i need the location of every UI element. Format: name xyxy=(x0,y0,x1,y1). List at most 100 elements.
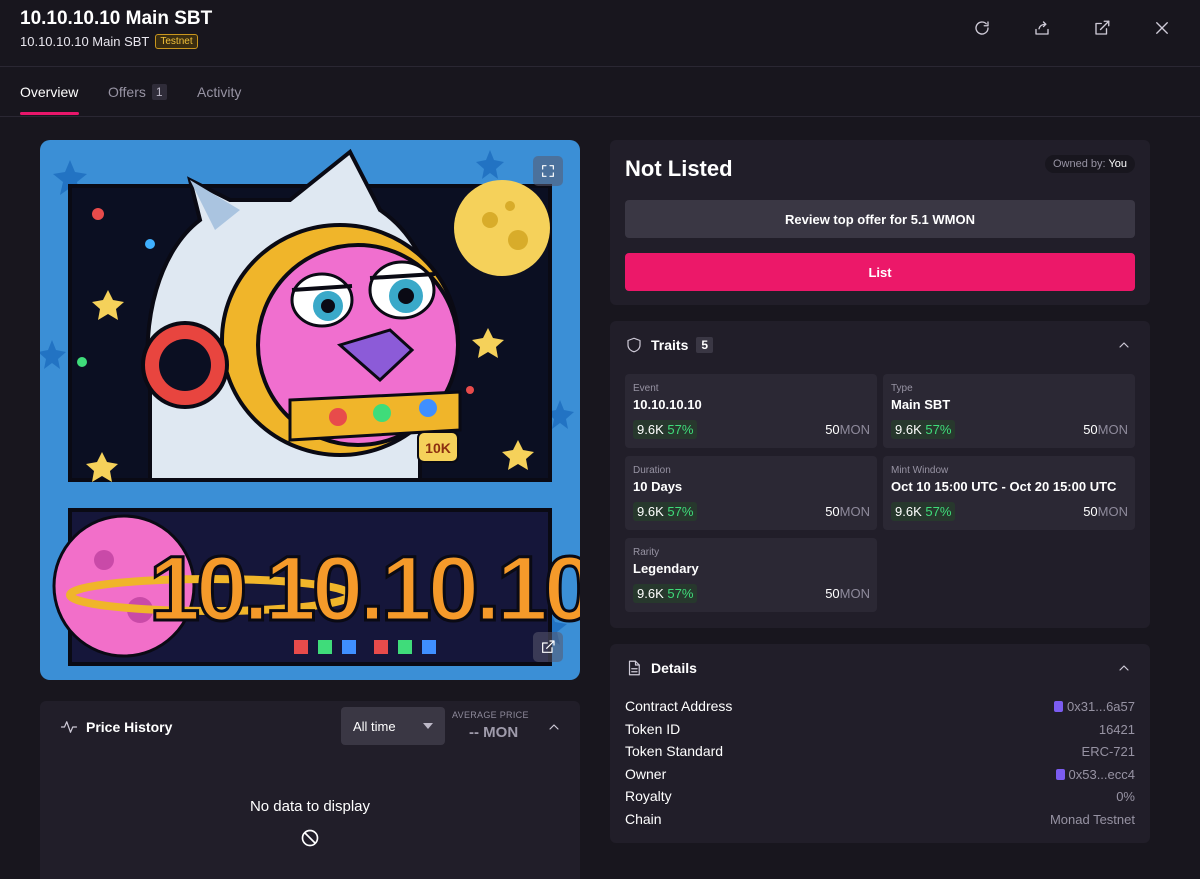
detail-row-token-id: Token ID 16421 xyxy=(625,718,1135,740)
detail-row-royalty: Royalty 0% xyxy=(625,785,1135,807)
trait-count: 9.6K xyxy=(637,504,664,519)
detail-value: 0x31...6a57 xyxy=(1067,698,1135,714)
shield-icon xyxy=(627,337,641,353)
artwork-digits-text: 10.10.10.10 xyxy=(149,538,580,640)
review-offer-button[interactable]: Review top offer for 5.1 WMON xyxy=(625,200,1135,238)
trait-name: Rarity xyxy=(633,547,660,558)
trait-name: Mint Window xyxy=(891,465,949,476)
trait-card-rarity[interactable]: Rarity Legendary 9.6K 57% 50MON xyxy=(625,538,877,612)
detail-value: Monad Testnet xyxy=(1049,811,1135,827)
artwork-10k-text: 10K xyxy=(425,440,451,456)
document-icon xyxy=(628,660,640,676)
time-range-value: All time xyxy=(353,718,396,734)
trait-price-unit: MON xyxy=(839,422,870,437)
tab-overview-label: Overview xyxy=(20,84,79,100)
detail-value: 16421 xyxy=(1098,721,1135,737)
share-icon[interactable] xyxy=(1022,14,1062,42)
average-price-value: -- MON xyxy=(469,724,519,741)
tab-activity[interactable]: Activity xyxy=(197,84,241,100)
price-history-title: Price History xyxy=(86,719,173,735)
tab-activity-label: Activity xyxy=(197,84,242,100)
details-title: Details xyxy=(651,660,697,676)
trait-card-duration[interactable]: Duration 10 Days 9.6K 57% 50MON xyxy=(625,456,877,530)
trait-price-value: 50 xyxy=(1083,504,1098,519)
listing-panel: Not Listed Owned by: You Review top offe… xyxy=(610,140,1150,305)
detail-key: Token Standard xyxy=(625,743,724,759)
artwork-illustration: 10K 10.10.10.10 xyxy=(40,148,580,666)
list-button[interactable]: List xyxy=(625,253,1135,291)
detail-row-chain: Chain Monad Testnet xyxy=(625,808,1135,830)
trait-stat: 9.6K 57% xyxy=(633,420,698,439)
tab-overview[interactable]: Overview xyxy=(20,84,78,100)
trait-card-type[interactable]: Type Main SBT 9.6K 57% 50MON xyxy=(883,374,1135,448)
time-range-select[interactable]: All time xyxy=(341,707,445,745)
trait-floor-price: 50MON xyxy=(825,586,870,601)
chevron-up-icon[interactable] xyxy=(1116,337,1132,353)
trait-value: Main SBT xyxy=(891,397,951,412)
detail-value-link[interactable]: 0x31...6a57 xyxy=(1054,699,1135,714)
trait-name: Duration xyxy=(633,465,671,476)
external-link-icon[interactable] xyxy=(1082,14,1122,42)
no-entry-icon xyxy=(300,828,320,848)
monad-chain-icon xyxy=(1054,700,1064,712)
trait-value: 10 Days xyxy=(633,479,683,494)
details-panel: Details Contract Address 0x31...6a57 Tok… xyxy=(610,644,1150,843)
trait-stat: 9.6K 57% xyxy=(633,502,698,521)
detail-row-standard: Token Standard ERC-721 xyxy=(625,740,1135,762)
close-icon[interactable] xyxy=(1142,14,1182,42)
trait-card-mint-window[interactable]: Mint Window Oct 10 15:00 UTC - Oct 20 15… xyxy=(883,456,1135,530)
detail-value: 0% xyxy=(1116,788,1135,804)
average-price-label: AVERAGE PRICE xyxy=(452,710,529,720)
trait-card-event[interactable]: Event 10.10.10.10 9.6K 57% 50MON xyxy=(625,374,877,448)
traits-title: Traits xyxy=(651,337,689,353)
nft-artwork[interactable]: 10K 10.10.10.10 xyxy=(40,140,580,680)
chevron-up-icon[interactable] xyxy=(546,719,562,735)
trait-price-unit: MON xyxy=(839,504,870,519)
trait-count: 9.6K xyxy=(637,422,664,437)
trait-price-value: 50 xyxy=(1083,422,1098,437)
traits-panel: Traits 5 Event 10.10.10.10 9.6K 57% 50MO… xyxy=(610,321,1150,628)
chevron-down-icon xyxy=(423,723,433,729)
detail-key: Contract Address xyxy=(625,698,733,714)
expand-icon[interactable] xyxy=(533,156,563,186)
traits-header[interactable]: Traits 5 xyxy=(625,335,714,355)
trait-percent: 57% xyxy=(925,504,952,519)
header: 10.10.10.10 Main SBT 10.10.10.10 Main SB… xyxy=(0,0,1200,67)
trait-value: Legendary xyxy=(633,561,699,576)
activity-icon xyxy=(60,721,78,733)
tab-bar: Overview Offers 1 Activity xyxy=(0,67,1200,117)
detail-key: Owner xyxy=(625,766,667,782)
trait-price-value: 50 xyxy=(825,586,840,601)
trait-name: Event xyxy=(633,383,659,394)
subtitle-row: 10.10.10.10 Main SBT Testnet xyxy=(20,34,198,49)
trait-percent: 57% xyxy=(667,586,694,601)
traits-count-badge: 5 xyxy=(696,337,714,353)
trait-price-value: 50 xyxy=(825,422,840,437)
refresh-icon[interactable] xyxy=(962,14,1002,42)
trait-stat: 9.6K 57% xyxy=(891,420,956,439)
tab-offers[interactable]: Offers 1 xyxy=(108,84,167,100)
collection-name[interactable]: 10.10.10.10 Main SBT xyxy=(20,34,149,49)
detail-row-owner: Owner 0x53...ecc4 xyxy=(625,763,1135,785)
chevron-up-icon[interactable] xyxy=(1116,660,1132,676)
trait-floor-price: 50MON xyxy=(1083,504,1128,519)
active-tab-indicator xyxy=(20,112,79,115)
trait-value: 10.10.10.10 xyxy=(633,397,702,412)
trait-price-unit: MON xyxy=(839,586,870,601)
detail-value-link[interactable]: 0x53...ecc4 xyxy=(1055,766,1136,782)
detail-value: 0x53...ecc4 xyxy=(1068,766,1136,782)
testnet-badge: Testnet xyxy=(155,34,198,49)
trait-percent: 57% xyxy=(667,422,694,437)
tab-offers-label: Offers xyxy=(108,84,146,100)
trait-price-value: 50 xyxy=(825,504,840,519)
trait-stat: 9.6K 57% xyxy=(891,502,956,521)
trait-stat: 9.6K 57% xyxy=(633,584,698,603)
details-header[interactable]: Details xyxy=(625,658,697,678)
trait-floor-price: 50MON xyxy=(825,504,870,519)
page-title: 10.10.10.10 Main SBT xyxy=(20,8,213,29)
detail-value: ERC-721 xyxy=(1081,743,1135,759)
trait-count: 9.6K xyxy=(637,586,664,601)
detail-key: Chain xyxy=(625,811,662,827)
open-external-icon[interactable] xyxy=(533,632,563,662)
price-history-panel: Price History All time AVERAGE PRICE -- … xyxy=(40,701,580,879)
